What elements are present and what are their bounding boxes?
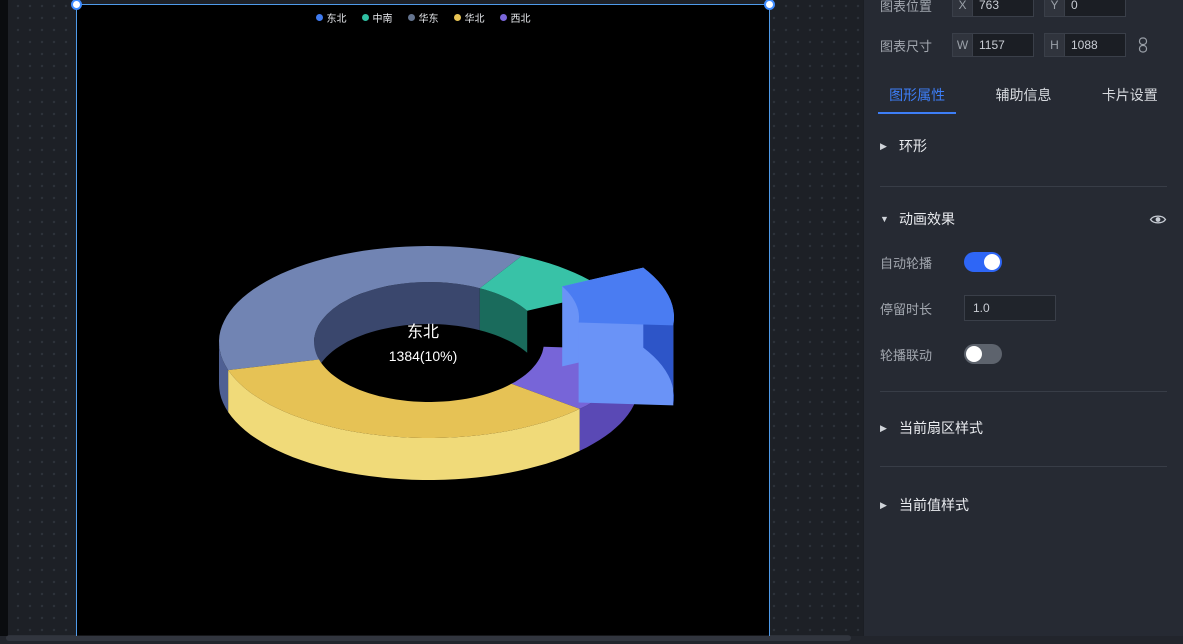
section-current-sector-title: 当前扇区样式 xyxy=(899,418,983,438)
tab-auxiliary-info[interactable]: 辅助信息 xyxy=(970,76,1076,114)
left-edge-strip xyxy=(0,0,8,644)
position-y-group: Y xyxy=(1044,0,1126,17)
section-current-value-header[interactable]: ▶ 当前值样式 xyxy=(880,495,1167,515)
triangle-right-icon: ▶ xyxy=(880,423,890,434)
legend-dot-icon xyxy=(408,14,415,21)
chart-legend: 东北 中南 华东 华北 西北 xyxy=(77,10,769,25)
legend-label: 西北 xyxy=(511,10,531,25)
auto-carousel-label: 自动轮播 xyxy=(880,253,964,272)
triangle-down-icon: ▼ xyxy=(880,214,890,224)
chart-size-row: 图表尺寸 W H xyxy=(880,32,1167,58)
dwell-time-row: 停留时长 xyxy=(880,295,1167,321)
aspect-link-icon[interactable] xyxy=(1138,37,1148,53)
section-ring-title: 环形 xyxy=(899,136,927,156)
chart-position-label: 图表位置 xyxy=(880,0,952,15)
tab-graphic-properties[interactable]: 图形属性 xyxy=(864,76,970,114)
legend-dot-icon xyxy=(362,14,369,21)
donut-center-label: 东北 1384(10%) xyxy=(77,323,769,367)
toggle-knob xyxy=(984,254,1000,270)
size-h-input[interactable] xyxy=(1064,33,1126,57)
dwell-time-label: 停留时长 xyxy=(880,299,964,318)
position-y-input[interactable] xyxy=(1064,0,1126,17)
triangle-right-icon: ▶ xyxy=(880,500,890,511)
center-label-name: 东北 xyxy=(77,323,769,343)
carousel-linkage-row: 轮播联动 xyxy=(880,341,1167,367)
legend-item[interactable]: 华北 xyxy=(454,10,485,25)
triangle-right-icon: ▶ xyxy=(880,141,890,152)
auto-carousel-toggle[interactable] xyxy=(964,252,1002,272)
toggle-knob xyxy=(966,346,982,362)
legend-item[interactable]: 中南 xyxy=(362,10,393,25)
legend-label: 东北 xyxy=(327,10,347,25)
section-ring: ▶ 环形 xyxy=(880,114,1167,187)
legend-dot-icon xyxy=(454,14,461,21)
chart-position-row: 图表位置 X Y xyxy=(880,0,1167,17)
chart-size-label: 图表尺寸 xyxy=(880,36,952,55)
legend-dot-icon xyxy=(500,14,507,21)
section-ring-header[interactable]: ▶ 环形 xyxy=(880,136,1167,156)
canvas-workspace: 东北 中南 华东 华北 西北 东北 1384(10%) xyxy=(0,0,863,644)
section-animation-header[interactable]: ▼ 动画效果 xyxy=(880,209,1167,229)
chart-card[interactable]: 东北 中南 华东 华北 西北 东北 1384(10%) xyxy=(76,4,770,644)
section-current-sector-style: ▶ 当前扇区样式 xyxy=(880,392,1167,467)
h-prefix-label: H xyxy=(1044,33,1064,57)
x-prefix-label: X xyxy=(952,0,972,17)
section-animation-title: 动画效果 xyxy=(899,209,955,229)
legend-item[interactable]: 西北 xyxy=(500,10,531,25)
selection-handle-top-right[interactable] xyxy=(764,0,775,10)
y-prefix-label: Y xyxy=(1044,0,1064,17)
auto-carousel-row: 自动轮播 xyxy=(880,249,1167,275)
carousel-linkage-label: 轮播联动 xyxy=(880,345,964,364)
carousel-linkage-toggle[interactable] xyxy=(964,344,1002,364)
legend-dot-icon xyxy=(316,14,323,21)
horizontal-scrollbar-track[interactable] xyxy=(6,635,851,641)
position-x-input[interactable] xyxy=(972,0,1034,17)
center-label-value: 1384(10%) xyxy=(77,345,769,367)
properties-panel: 图表位置 X Y 图表尺寸 W H 图形属性 辅助信息 卡片设置 xyxy=(863,0,1183,644)
size-w-group: W xyxy=(952,33,1034,57)
eye-icon[interactable] xyxy=(1149,213,1167,226)
legend-label: 华东 xyxy=(419,10,439,25)
section-current-value-style: ▶ 当前值样式 xyxy=(880,467,1167,515)
tab-card-settings[interactable]: 卡片设置 xyxy=(1077,76,1183,114)
dwell-time-input[interactable] xyxy=(964,295,1056,321)
size-h-group: H xyxy=(1044,33,1126,57)
section-animation: ▼ 动画效果 自动轮播 停留时长 轮播联动 xyxy=(880,187,1167,392)
w-prefix-label: W xyxy=(952,33,972,57)
legend-item[interactable]: 东北 xyxy=(316,10,347,25)
legend-label: 华北 xyxy=(465,10,485,25)
legend-label: 中南 xyxy=(373,10,393,25)
panel-tabs: 图形属性 辅助信息 卡片设置 xyxy=(864,76,1183,114)
legend-item[interactable]: 华东 xyxy=(408,10,439,25)
size-w-input[interactable] xyxy=(972,33,1034,57)
position-x-group: X xyxy=(952,0,1034,17)
section-current-sector-header[interactable]: ▶ 当前扇区样式 xyxy=(880,418,1167,438)
section-current-value-title: 当前值样式 xyxy=(899,495,969,515)
